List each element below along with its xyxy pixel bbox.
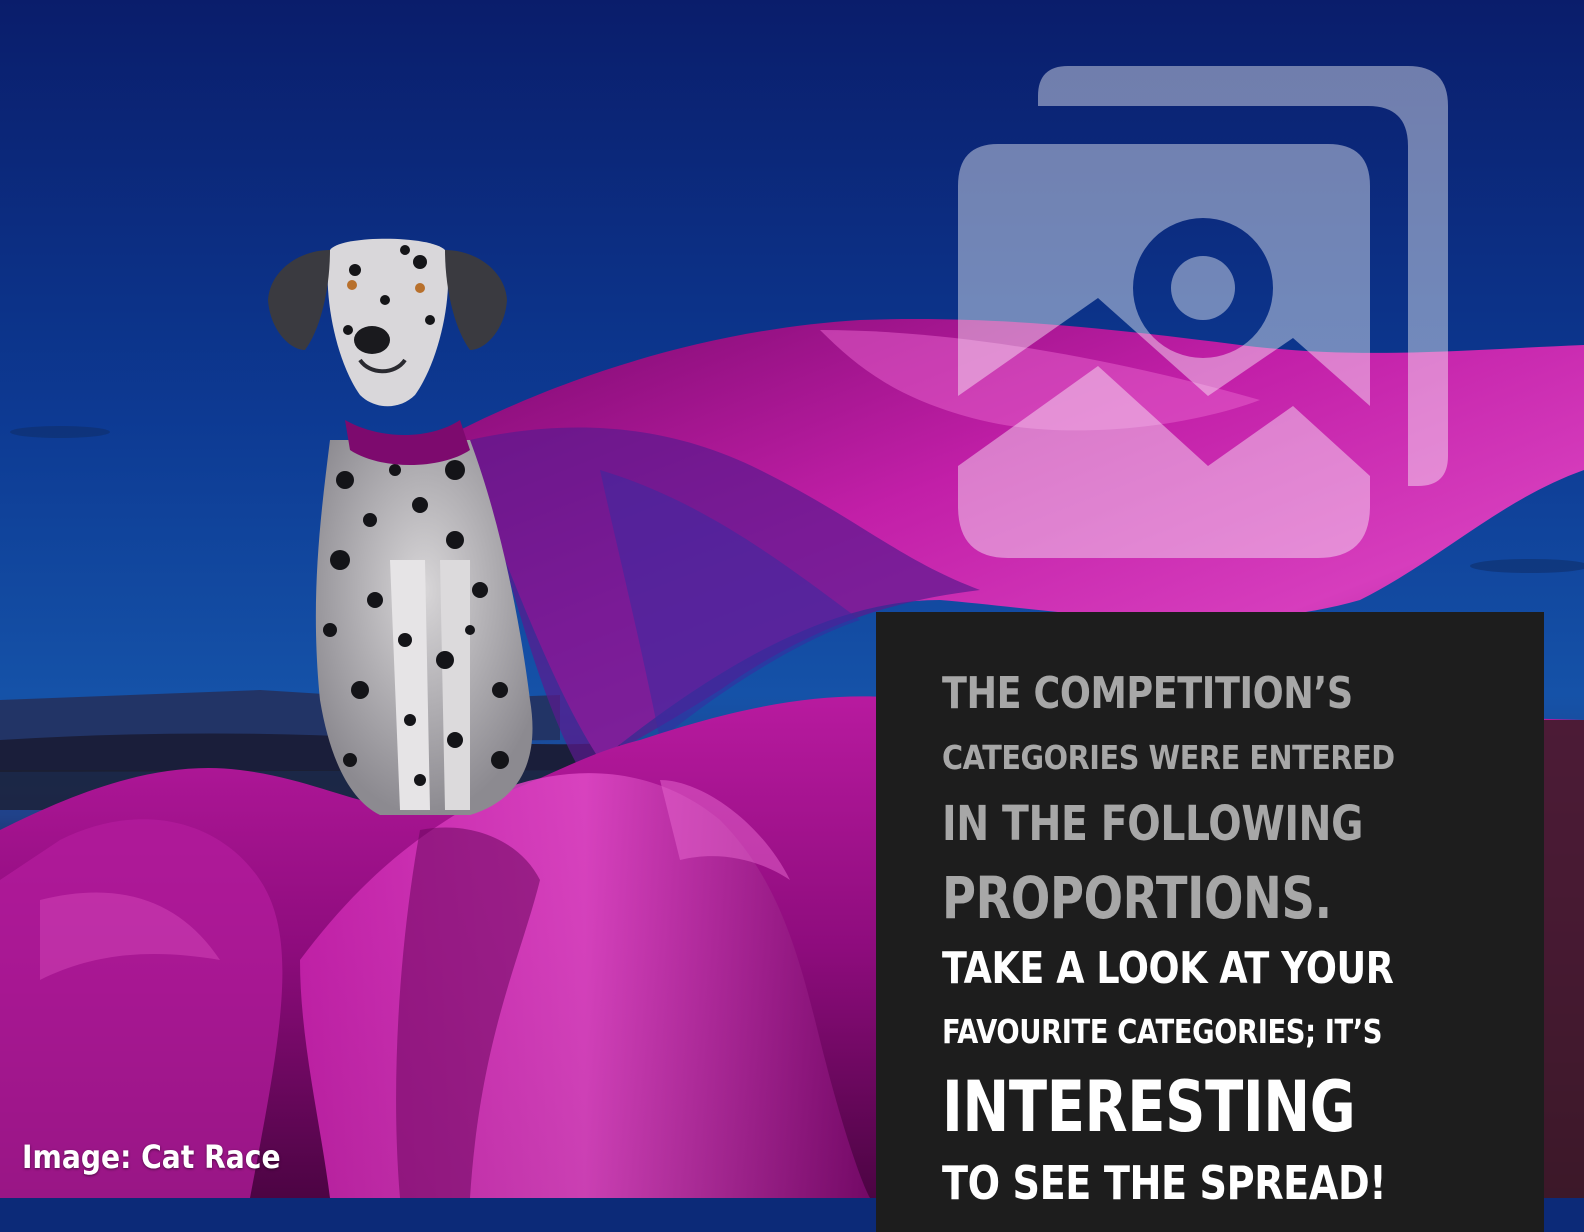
- panel-line-6: FAVOURITE CATEGORIES; IT’S: [942, 1012, 1383, 1051]
- panel-line-8: TO SEE THE SPREAD!: [942, 1156, 1387, 1210]
- panel-text-block: THE COMPETITION’S CATEGORIES WERE ENTERE…: [942, 662, 1480, 1216]
- panel-line-2: CATEGORIES WERE ENTERED: [942, 738, 1395, 777]
- panel-line-5: TAKE A LOOK AT YOUR: [942, 943, 1394, 994]
- panel-line-1: THE COMPETITION’S: [942, 668, 1353, 719]
- panel-line-3: IN THE FOLLOWING: [942, 796, 1363, 852]
- panel-line-4: PROPORTIONS.: [942, 864, 1332, 932]
- info-text-panel: THE COMPETITION’S CATEGORIES WERE ENTERE…: [876, 612, 1544, 1232]
- image-credit-caption: Image: Cat Race: [22, 1138, 281, 1176]
- panel-line-7: INTERESTING: [942, 1066, 1356, 1148]
